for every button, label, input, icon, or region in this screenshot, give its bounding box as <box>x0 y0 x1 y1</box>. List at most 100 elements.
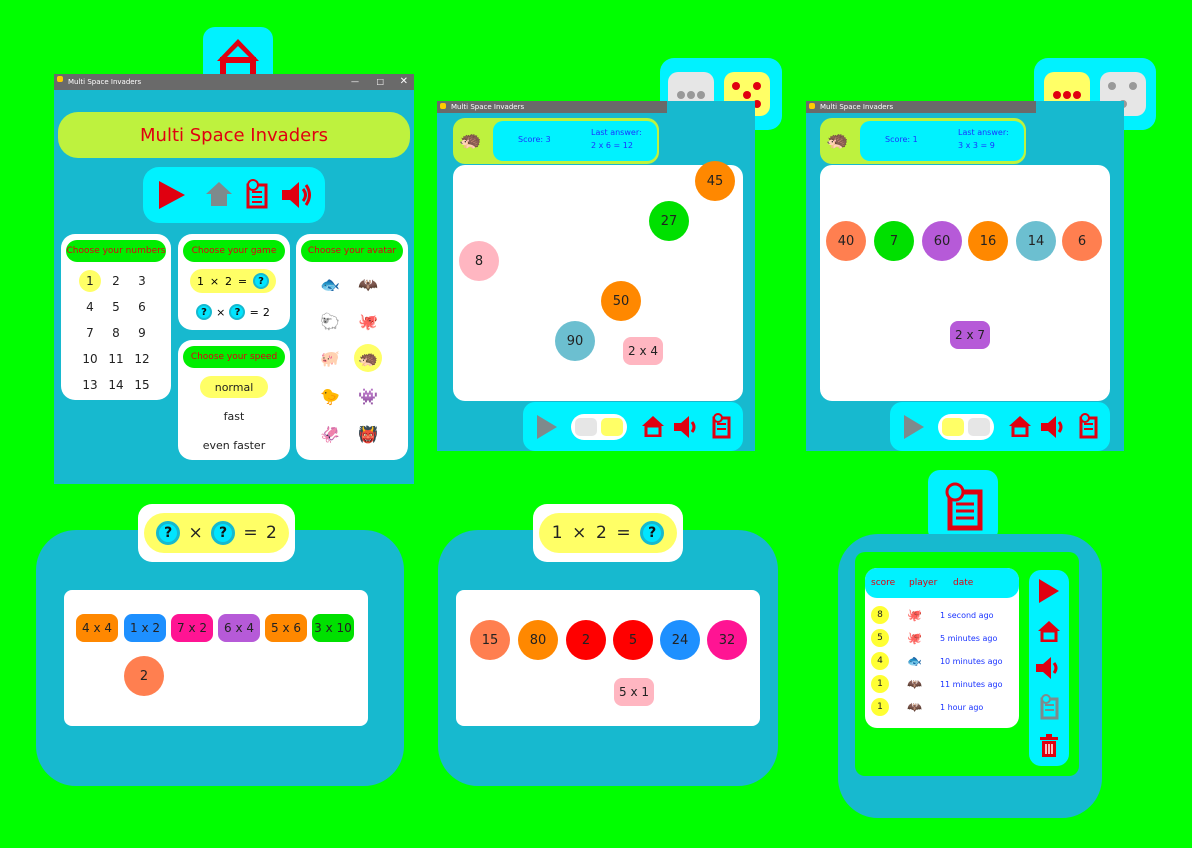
speed-fast[interactable]: fast <box>200 405 268 427</box>
number-11[interactable]: 11 <box>105 348 127 370</box>
dice-toggle-small[interactable] <box>938 414 994 440</box>
operand-a: 1 <box>551 523 563 543</box>
number-2[interactable]: 2 <box>105 270 127 292</box>
main-window: Multi Space Invaders — □ ✕ Multi Space I… <box>54 74 414 484</box>
factor-tile[interactable]: 5 x 6 <box>265 614 307 642</box>
number-bubble: 6 <box>1062 221 1102 261</box>
game-toolbar <box>523 402 743 451</box>
banner-title: Multi Space Invaders <box>140 124 328 146</box>
number-6[interactable]: 6 <box>131 296 153 318</box>
question-mark-icon: ? <box>253 273 270 289</box>
question-tile: 5 x 1 <box>614 678 654 706</box>
home-icon[interactable] <box>1037 620 1061 642</box>
home-icon[interactable] <box>1008 415 1032 437</box>
play-icon[interactable] <box>902 414 926 440</box>
game-option-factors[interactable]: ? × ? = 2 <box>190 300 276 324</box>
home-icon[interactable] <box>641 415 665 437</box>
numbers-header: Choose your numbers <box>66 240 166 262</box>
minimize-button[interactable]: — <box>351 77 359 86</box>
number-bubble: 5 <box>613 620 653 660</box>
mode-play-area: 4 x 4 1 x 2 7 x 2 6 x 4 5 x 6 3 x 10 2 <box>64 590 368 726</box>
sound-on-icon[interactable] <box>1035 656 1063 680</box>
number-5[interactable]: 5 <box>105 296 127 318</box>
octopus-blue-avatar[interactable]: 🦑 <box>316 420 344 448</box>
mode-play-area: 15 80 2 5 24 32 5 x 1 <box>456 590 760 726</box>
last-answer-value: 2 x 6 = 12 <box>591 141 633 150</box>
date-text: 1 second ago <box>939 610 994 620</box>
number-10[interactable]: 10 <box>79 348 101 370</box>
game-option-product[interactable]: 1 × 2 = ? <box>190 269 276 293</box>
number-bubble: 15 <box>470 620 510 660</box>
question-mark-icon: ? <box>196 304 213 320</box>
number-15[interactable]: 15 <box>131 374 153 396</box>
sheep-avatar[interactable]: 🐑 <box>316 307 344 335</box>
question-mark-icon: ? <box>640 521 665 545</box>
app-icon <box>440 103 446 109</box>
play-icon[interactable] <box>157 179 187 211</box>
factor-tile[interactable]: 1 x 2 <box>124 614 166 642</box>
speed-even-faster[interactable]: even faster <box>190 434 278 456</box>
number-bubble: 7 <box>874 221 914 261</box>
factor-tile[interactable]: 7 x 2 <box>171 614 213 642</box>
play-icon[interactable] <box>1037 578 1061 604</box>
operand-b: 2 <box>595 523 607 543</box>
dice-toggle-small[interactable] <box>571 414 627 440</box>
octopus-icon: 🐙 <box>907 608 922 622</box>
number-1[interactable]: 1 <box>79 270 101 292</box>
score-box: Score: 1 Last answer: 3 x 3 = 9 <box>860 121 1024 161</box>
factor-tile[interactable]: 6 x 4 <box>218 614 260 642</box>
speed-header: Choose your speed <box>183 346 285 368</box>
play-area: 40 7 60 16 14 6 2 x 7 <box>820 165 1110 401</box>
sound-on-icon[interactable] <box>673 415 701 439</box>
scores-icon[interactable] <box>711 413 731 439</box>
green-monster-avatar[interactable]: 👹 <box>354 420 382 448</box>
scores-icon[interactable] <box>245 179 269 209</box>
fish-avatar[interactable]: 🐟 <box>316 270 344 298</box>
number-7[interactable]: 7 <box>79 322 101 344</box>
score-label: Score: 1 <box>885 135 918 144</box>
mode-header-product: 1 × 2 = ? <box>533 504 683 562</box>
main-toolbar <box>143 167 325 223</box>
hedgehog-avatar[interactable]: 🦔 <box>354 344 382 372</box>
avatar-panel: Choose your avatar 🐟 🦇 🐑 🐙 🐖 🦔 🐤 👾 🦑 👹 <box>296 234 408 460</box>
pig-avatar[interactable]: 🐖 <box>316 344 344 372</box>
number-bubble: 16 <box>968 221 1008 261</box>
fish-icon: 🐟 <box>907 654 922 668</box>
play-icon[interactable] <box>535 414 559 440</box>
score-bar: 🦔 Score: 3 Last answer: 2 x 6 = 12 <box>453 118 659 164</box>
scores-icon[interactable] <box>1039 694 1059 720</box>
number-4[interactable]: 4 <box>79 296 101 318</box>
number-13[interactable]: 13 <box>79 374 101 396</box>
scores-icon[interactable] <box>1078 413 1098 439</box>
operand-a: 1 <box>196 274 204 288</box>
octopus-avatar[interactable]: 🐙 <box>354 307 382 335</box>
trash-icon[interactable] <box>1039 734 1059 758</box>
scores-icon <box>945 482 983 531</box>
sound-on-icon[interactable] <box>1040 415 1068 439</box>
bat-icon: 🦇 <box>907 677 922 691</box>
number-3[interactable]: 3 <box>131 270 153 292</box>
number-9[interactable]: 9 <box>131 322 153 344</box>
close-button[interactable]: ✕ <box>400 76 408 87</box>
speed-normal[interactable]: normal <box>200 376 268 398</box>
bat-avatar[interactable]: 🦇 <box>354 270 382 298</box>
monster-avatar[interactable]: 👾 <box>354 382 382 410</box>
maximize-button[interactable]: □ <box>376 77 384 86</box>
scores-tab[interactable] <box>928 470 998 542</box>
factor-tile[interactable]: 4 x 4 <box>76 614 118 642</box>
number-12[interactable]: 12 <box>131 348 153 370</box>
number-bubble: 14 <box>1016 221 1056 261</box>
speed-panel: Choose your speed normal fast even faste… <box>178 340 290 460</box>
question-mark-icon: ? <box>211 521 236 545</box>
factor-tile[interactable]: 3 x 10 <box>312 614 354 642</box>
sound-on-icon[interactable] <box>281 181 313 209</box>
bird-avatar[interactable]: 🐤 <box>316 382 344 410</box>
date-text: 10 minutes ago <box>939 656 1003 666</box>
mode-card-factors: 4 x 4 1 x 2 7 x 2 6 x 4 5 x 6 3 x 10 2 <box>36 530 404 786</box>
score-badge: 1 <box>871 675 889 693</box>
times-sign: × <box>216 305 226 319</box>
number-8[interactable]: 8 <box>105 322 127 344</box>
number-14[interactable]: 14 <box>105 374 127 396</box>
product-value: 2 <box>262 305 270 319</box>
home-icon[interactable] <box>205 181 233 207</box>
